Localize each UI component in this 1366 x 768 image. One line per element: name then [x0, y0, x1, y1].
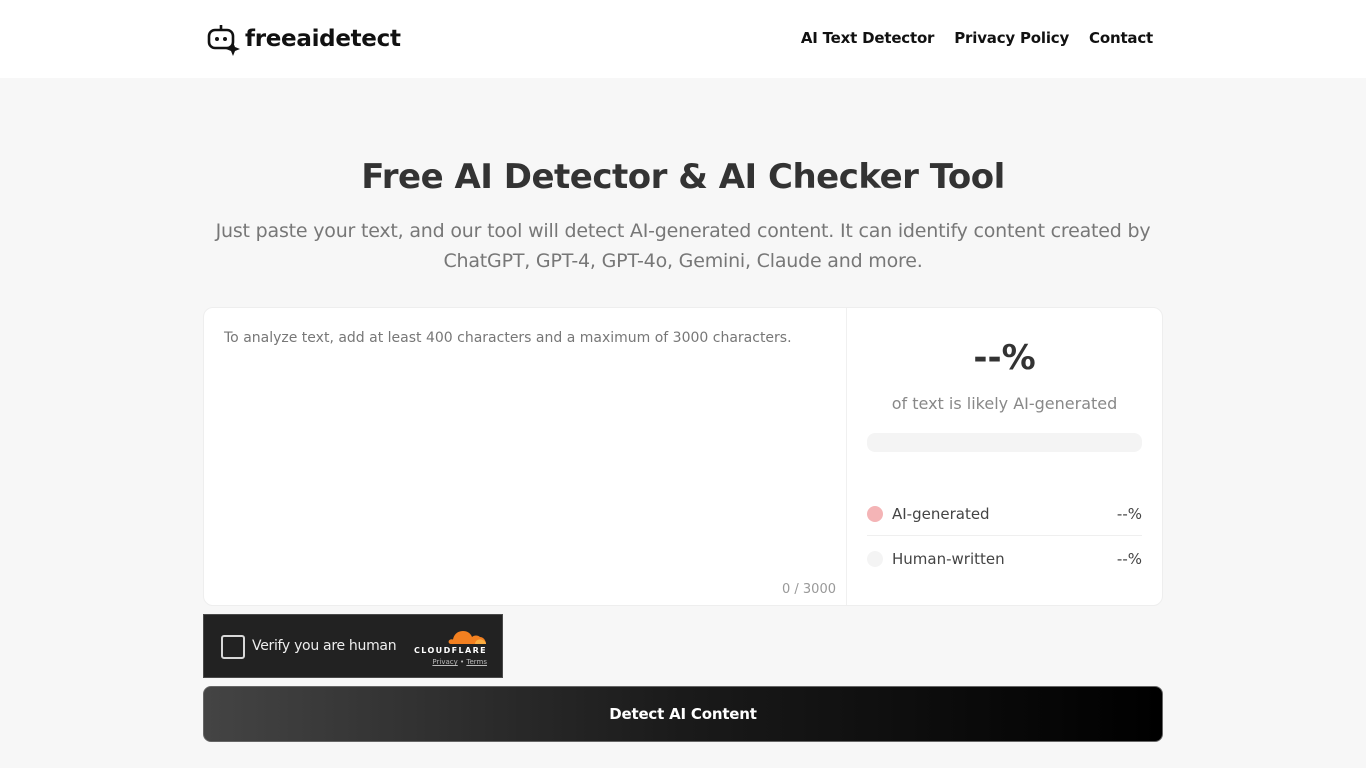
input-pane: 0 / 3000	[204, 308, 847, 605]
legend-label: AI-generated	[892, 504, 990, 523]
link-separator: •	[460, 658, 465, 666]
text-input[interactable]	[204, 308, 846, 605]
robot-sparkle-icon	[207, 25, 240, 56]
main-nav: AI Text Detector Privacy Policy Contact	[801, 29, 1153, 47]
nav-privacy-policy[interactable]: Privacy Policy	[954, 29, 1069, 47]
legend-value: --%	[1116, 504, 1142, 523]
result-pane: --% of text is likely AI-generated AI-ge…	[847, 308, 1162, 605]
verify-label: Verify you are human	[252, 638, 397, 654]
detector-card: 0 / 3000 --% of text is likely AI-genera…	[203, 307, 1163, 606]
ai-progress-bar	[867, 433, 1142, 452]
legend-value: --%	[1116, 550, 1142, 568]
detect-ai-content-button[interactable]: Detect AI Content	[203, 686, 1163, 742]
logo-text: freeaidetect	[245, 26, 401, 52]
nav-ai-text-detector[interactable]: AI Text Detector	[801, 29, 935, 47]
ai-percentage: --%	[973, 338, 1036, 378]
cloudflare-cloud-icon	[448, 631, 486, 644]
captcha-links: Privacy • Terms	[411, 658, 487, 666]
site-header: freeaidetect AI Text Detector Privacy Po…	[0, 0, 1366, 78]
captcha-privacy-link[interactable]: Privacy	[432, 658, 457, 666]
verify-checkbox[interactable]	[221, 635, 245, 659]
page-title: Free AI Detector & AI Checker Tool	[361, 157, 1005, 197]
legend-label: Human-written	[892, 550, 1005, 568]
nav-contact[interactable]: Contact	[1089, 29, 1153, 47]
cloudflare-logo: CLOUDFLARE Privacy • Terms	[411, 625, 487, 666]
legend-human-written: Human-written --%	[867, 537, 1142, 581]
legend-ai-generated: AI-generated --%	[867, 492, 1142, 536]
logo-link[interactable]: freeaidetect	[207, 22, 401, 56]
cloudflare-wordmark: CLOUDFLARE	[414, 646, 487, 655]
character-counter: 0 / 3000	[782, 582, 836, 597]
captcha-terms-link[interactable]: Terms	[466, 658, 487, 666]
percentage-caption: of text is likely AI-generated	[891, 394, 1118, 413]
human-written-dot-icon	[867, 551, 883, 567]
ai-generated-dot-icon	[867, 505, 883, 522]
page-subtitle: Just paste your text, and our tool will …	[215, 220, 1151, 272]
cloudflare-captcha: Verify you are human CLOUDFLARE Privacy …	[203, 614, 503, 678]
